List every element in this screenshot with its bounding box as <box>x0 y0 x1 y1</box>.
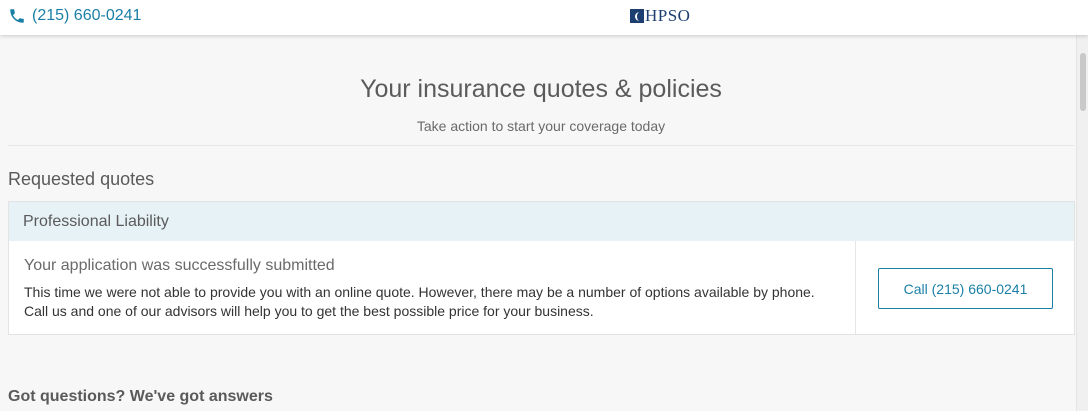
vertical-scrollbar[interactable] <box>1076 35 1088 411</box>
quote-card-header: Professional Liability <box>9 202 1074 241</box>
page-title: Your insurance quotes & policies <box>360 75 722 103</box>
quote-card-body: Your application was successfully submit… <box>9 241 1074 334</box>
logo-text: HPSO <box>645 6 691 25</box>
phone-icon <box>10 9 24 23</box>
call-button[interactable]: Call (215) 660-0241 <box>878 268 1053 309</box>
faq-title: Got questions? We've got answers <box>8 388 273 405</box>
hpso-logo-icon <box>630 9 644 23</box>
requested-quotes-title: Requested quotes <box>8 169 155 189</box>
page-header: Your insurance quotes & policies Take ac… <box>8 35 1074 146</box>
phone-number: (215) 660-0241 <box>32 7 142 24</box>
phone-link[interactable]: (215) 660-0241 <box>8 5 141 27</box>
page-subtitle: Take action to start your coverage today <box>416 118 666 134</box>
quote-card: Professional Liability Your application … <box>8 201 1075 335</box>
card-divider <box>855 241 856 334</box>
scrollbar-thumb[interactable] <box>1080 53 1086 111</box>
top-bar: (215) 660-0241 HPSO <box>0 0 1088 35</box>
quote-message: This time we were not able to provide yo… <box>24 284 815 319</box>
hpso-logo[interactable]: HPSO <box>630 6 691 25</box>
quote-status: Your application was successfully submit… <box>24 257 335 274</box>
